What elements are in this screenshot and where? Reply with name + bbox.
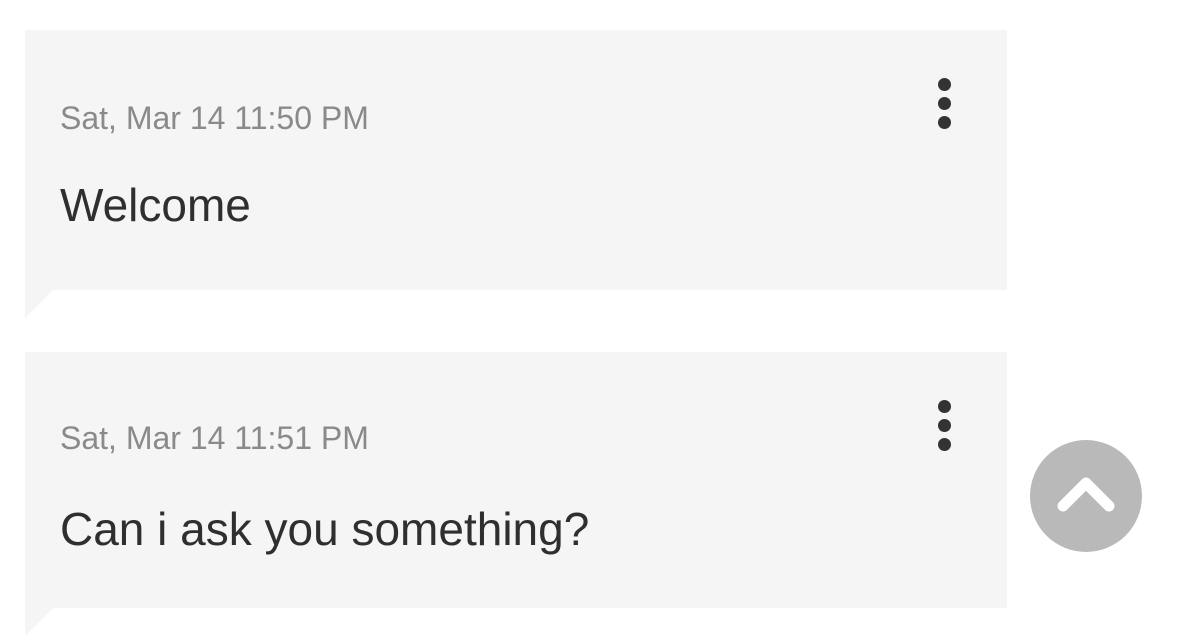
message-text: Can i ask you something?	[60, 503, 590, 555]
message-timestamp: Sat, Mar 14 11:50 PM	[60, 100, 369, 136]
bubble-tail	[25, 290, 53, 318]
message-bubble[interactable]: Sat, Mar 14 11:50 PM Welcome	[25, 30, 1007, 318]
message-text: Welcome	[60, 179, 251, 231]
more-vertical-icon-dot	[938, 116, 951, 129]
more-vertical-icon-dot	[938, 438, 951, 451]
more-vertical-icon-dot	[938, 97, 951, 110]
more-options-button[interactable]	[931, 74, 959, 134]
more-vertical-icon	[938, 78, 951, 91]
more-options-button[interactable]	[931, 396, 959, 456]
bubble-tail	[25, 608, 53, 636]
chevron-up-icon	[1057, 477, 1115, 512]
more-vertical-icon	[938, 400, 951, 413]
message-bubble[interactable]: Sat, Mar 14 11:51 PM Can i ask you somet…	[25, 352, 1007, 636]
message-timestamp: Sat, Mar 14 11:51 PM	[60, 420, 369, 456]
scroll-to-top-button[interactable]	[1030, 440, 1142, 552]
more-vertical-icon-dot	[938, 419, 951, 432]
